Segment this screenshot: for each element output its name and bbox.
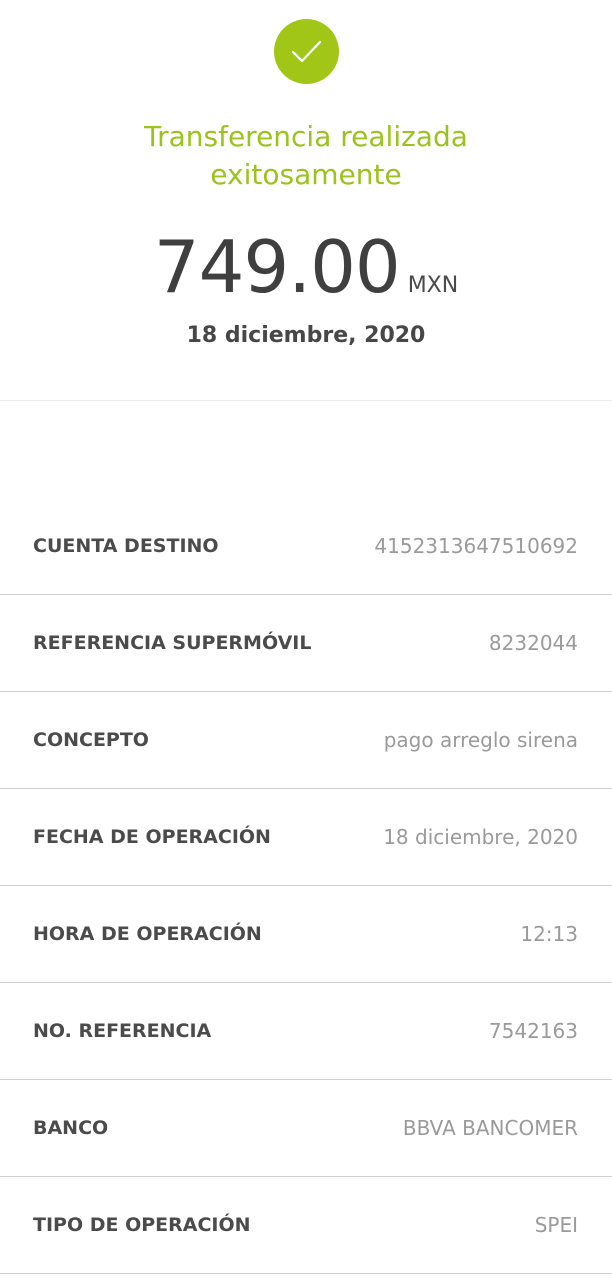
detail-label: TIPO DE OPERACIÓN <box>33 1214 251 1236</box>
detail-row-concepto: CONCEPTO pago arreglo sirena <box>0 692 612 789</box>
detail-label: REFERENCIA SUPERMÓVIL <box>33 632 312 654</box>
detail-row-banco: BANCO BBVA BANCOMER <box>0 1080 612 1177</box>
detail-value: 7542163 <box>488 1019 578 1043</box>
detail-value: SPEI <box>534 1213 578 1237</box>
detail-label: NO. REFERENCIA <box>33 1020 212 1042</box>
transfer-date: 18 diciembre, 2020 <box>186 323 426 348</box>
detail-label: CUENTA DESTINO <box>33 535 219 557</box>
confirmation-header: Transferencia realizada exitosamente 749… <box>0 0 612 400</box>
detail-row-hora-operacion: HORA DE OPERACIÓN 12:13 <box>0 886 612 983</box>
success-message-line1: Transferencia realizada <box>144 120 468 153</box>
detail-value: 4152313647510692 <box>374 534 578 558</box>
detail-value: 8232044 <box>488 631 578 655</box>
detail-label: HORA DE OPERACIÓN <box>33 923 262 945</box>
detail-row-fecha-operacion: FECHA DE OPERACIÓN 18 diciembre, 2020 <box>0 789 612 886</box>
transfer-details-list: CUENTA DESTINO 4152313647510692 REFERENC… <box>0 498 612 1274</box>
detail-label: CONCEPTO <box>33 729 149 751</box>
detail-value: 12:13 <box>520 922 578 946</box>
header-divider <box>0 400 612 401</box>
detail-value: pago arreglo sirena <box>383 728 578 752</box>
detail-value: BBVA BANCOMER <box>402 1116 578 1140</box>
success-message-line2: exitosamente <box>210 158 402 191</box>
detail-label: FECHA DE OPERACIÓN <box>33 826 271 848</box>
detail-row-no-referencia: NO. REFERENCIA 7542163 <box>0 983 612 1080</box>
detail-row-referencia-supermovil: REFERENCIA SUPERMÓVIL 8232044 <box>0 595 612 692</box>
detail-value: 18 diciembre, 2020 <box>383 825 578 849</box>
amount-value: 749.00 <box>153 225 401 309</box>
success-message: Transferencia realizada exitosamente <box>0 118 612 194</box>
detail-label: BANCO <box>33 1117 109 1139</box>
amount-display: 749.00 MXN <box>0 222 612 312</box>
detail-row-tipo-operacion: TIPO DE OPERACIÓN SPEI <box>0 1177 612 1274</box>
amount-currency: MXN <box>407 273 459 298</box>
detail-row-cuenta-destino: CUENTA DESTINO 4152313647510692 <box>0 498 612 595</box>
checkmark-icon <box>274 19 339 84</box>
